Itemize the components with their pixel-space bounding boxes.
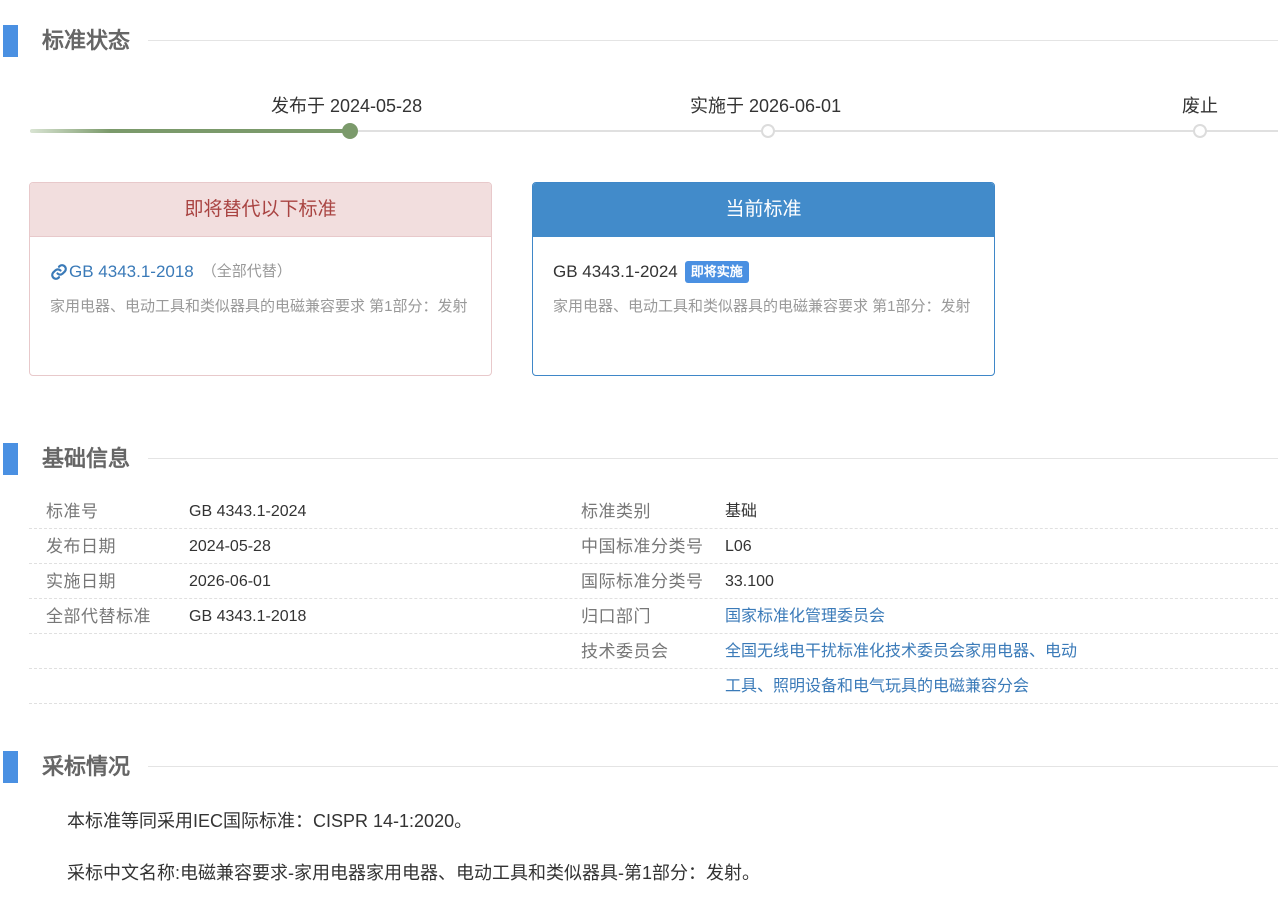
info-row: 工具、照明设备和电气玩具的电磁兼容分会 <box>29 669 1278 704</box>
info-label: 国际标准分类号 <box>581 572 704 591</box>
replaced-standard-code: GB 4343.1-2018 <box>69 262 194 281</box>
timeline-progress <box>30 129 350 133</box>
adoption-line-2: 采标中文名称:电磁兼容要求-家用电器家用电器、电动工具和类似器具-第1部分：发射… <box>67 863 760 883</box>
replaced-standard-link[interactable]: GB 4343.1-2018 <box>50 261 194 283</box>
adoption-section-title: 采标情况 <box>42 754 131 779</box>
replace-card-header: 即将替代以下标准 <box>30 183 491 237</box>
committee-link[interactable]: 全国无线电干扰标准化技术委员会家用电器、电动 <box>725 634 1077 669</box>
timeline-abolished-label: 废止 <box>1182 96 1218 116</box>
info-row: 全部代替标准 GB 4343.1-2018 归口部门 国家标准化管理委员会 <box>29 599 1278 634</box>
current-standard-description: 家用电器、电动工具和类似器具的电磁兼容要求 第1部分：发射 <box>553 298 971 315</box>
section-accent-bar <box>3 25 18 57</box>
info-label: 实施日期 <box>46 572 116 591</box>
info-value: L06 <box>725 538 752 555</box>
info-row: 发布日期 2024-05-28 中国标准分类号 L06 <box>29 529 1278 564</box>
adoption-section-header: 采标情况 <box>0 751 1278 783</box>
info-label: 归口部门 <box>581 607 651 626</box>
replace-standard-card: 即将替代以下标准 GB 4343.1-2018 （全部代替） 家用电器、电动工具… <box>29 182 492 376</box>
current-card-header: 当前标准 <box>533 183 994 237</box>
timeline-published-dot <box>342 123 358 139</box>
info-value: 33.100 <box>725 573 774 590</box>
info-label: 发布日期 <box>46 537 116 556</box>
replaced-standard-description: 家用电器、电动工具和类似器具的电磁兼容要求 第1部分：发射 <box>50 298 468 315</box>
info-label: 标准号 <box>46 502 99 521</box>
info-row: 标准号 GB 4343.1-2024 标准类别 基础 <box>29 494 1278 529</box>
section-divider <box>148 458 1278 459</box>
timeline-implemented-label: 实施于 2026-06-01 <box>690 96 842 116</box>
info-label: 技术委员会 <box>581 642 669 661</box>
timeline-implemented-dot <box>761 124 775 138</box>
info-row: 实施日期 2026-06-01 国际标准分类号 33.100 <box>29 564 1278 599</box>
current-standard-card: 当前标准 GB 4343.1-2024 即将实施 家用电器、电动工具和类似器具的… <box>532 182 995 376</box>
timeline-abolished-dot <box>1193 124 1207 138</box>
info-value: 基础 <box>725 503 758 520</box>
section-divider <box>148 766 1278 767</box>
link-icon <box>51 264 67 280</box>
info-value: GB 4343.1-2024 <box>189 503 307 520</box>
current-standard-code: GB 4343.1-2024 <box>553 262 678 281</box>
status-section-header: 标准状态 <box>0 25 1278 57</box>
basic-info-section-header: 基础信息 <box>0 443 1278 475</box>
section-accent-bar <box>3 751 18 783</box>
info-value: GB 4343.1-2018 <box>189 608 307 625</box>
department-link[interactable]: 国家标准化管理委员会 <box>725 599 885 634</box>
section-accent-bar <box>3 443 18 475</box>
replace-note: （全部代替） <box>201 263 292 280</box>
section-divider <box>148 40 1278 41</box>
info-label: 标准类别 <box>581 502 651 521</box>
adoption-line-1: 本标准等同采用IEC国际标准：CISPR 14-1:2020。 <box>67 811 473 831</box>
info-value: 2026-06-01 <box>189 573 271 590</box>
info-value: 2024-05-28 <box>189 538 271 555</box>
info-row: 技术委员会 全国无线电干扰标准化技术委员会家用电器、电动 <box>29 634 1278 669</box>
status-badge: 即将实施 <box>684 261 749 283</box>
status-section-title: 标准状态 <box>42 28 131 53</box>
committee-link-cont[interactable]: 工具、照明设备和电气玩具的电磁兼容分会 <box>725 669 1029 704</box>
info-label: 中国标准分类号 <box>581 537 704 556</box>
timeline-published-label: 发布于 2024-05-28 <box>271 96 423 116</box>
basic-info-section-title: 基础信息 <box>42 446 131 471</box>
info-label: 全部代替标准 <box>46 607 151 626</box>
